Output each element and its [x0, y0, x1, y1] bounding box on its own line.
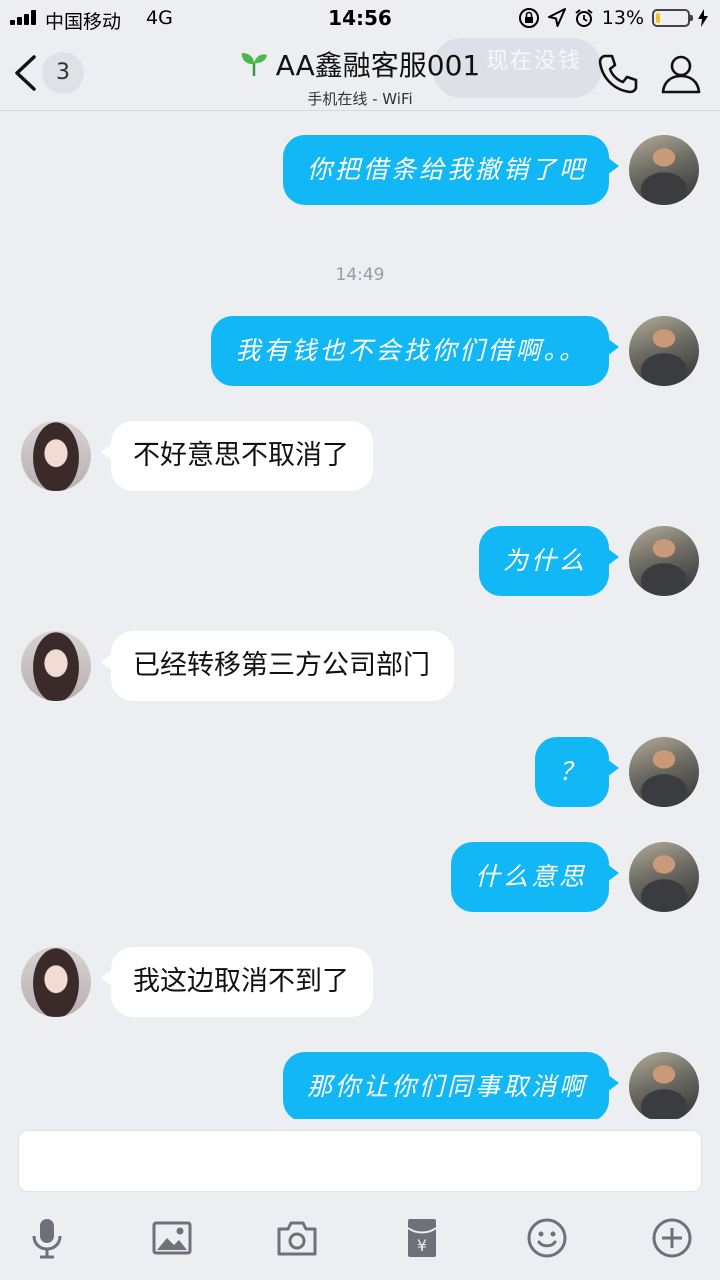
alarm-icon: [575, 9, 593, 27]
battery-percentage: 13%: [601, 7, 644, 29]
orientation-lock-icon: [518, 8, 539, 28]
my-avatar[interactable]: [629, 737, 699, 807]
red-packet-icon[interactable]: ¥: [400, 1216, 444, 1260]
my-avatar[interactable]: [629, 135, 699, 205]
status-icons: 13%: [518, 5, 708, 31]
my-avatar[interactable]: [629, 842, 699, 912]
charging-icon: [698, 9, 708, 27]
svg-text:¥: ¥: [417, 1236, 427, 1255]
camera-icon[interactable]: [275, 1216, 319, 1260]
chat-header: 现在没钱 3 AA鑫融客服001 手机在线 - WiFi: [0, 36, 720, 111]
plus-icon[interactable]: [650, 1216, 694, 1260]
outgoing-message[interactable]: 什么意思: [450, 842, 620, 912]
microphone-icon[interactable]: [25, 1216, 69, 1260]
message-input[interactable]: [18, 1130, 702, 1192]
contact-avatar[interactable]: [21, 421, 91, 491]
message-timestamp: 14:49: [335, 265, 385, 285]
profile-icon[interactable]: [660, 52, 702, 94]
outgoing-message[interactable]: ？: [534, 737, 620, 807]
emoji-icon[interactable]: [525, 1216, 569, 1260]
incoming-message[interactable]: 已经转移第三方公司部门: [101, 631, 454, 701]
outgoing-message[interactable]: 我有钱也不会找你们借啊。。: [211, 316, 619, 386]
phone-icon[interactable]: [596, 52, 640, 96]
my-avatar[interactable]: [629, 526, 699, 596]
outgoing-message[interactable]: 为什么: [478, 526, 620, 596]
incoming-message[interactable]: 我这边取消不到了: [101, 947, 373, 1017]
outgoing-message[interactable]: 那你让你们同事取消啊: [282, 1052, 620, 1119]
outgoing-message[interactable]: 你把借条给我撤销了吧: [282, 135, 620, 205]
contact-avatar[interactable]: [21, 947, 91, 1017]
message-list[interactable]: 你把借条给我撤销了吧 14:49 我有钱也不会找你们借啊。。 不好意思不取消了 …: [0, 111, 720, 1119]
status-bar: 中国移动 4G 14:56 13%: [0, 0, 720, 36]
location-icon: [547, 8, 566, 27]
incoming-message[interactable]: 不好意思不取消了: [101, 421, 373, 491]
battery-icon: [652, 9, 693, 27]
sprout-icon: [241, 53, 267, 76]
image-icon[interactable]: [150, 1216, 194, 1260]
battery-level: [656, 13, 660, 23]
my-avatar[interactable]: [629, 1052, 699, 1119]
contact-avatar[interactable]: [21, 631, 91, 701]
input-toolbar: ¥: [0, 1208, 720, 1268]
my-avatar[interactable]: [629, 316, 699, 386]
chat-title: AA鑫融客服001: [275, 49, 481, 82]
